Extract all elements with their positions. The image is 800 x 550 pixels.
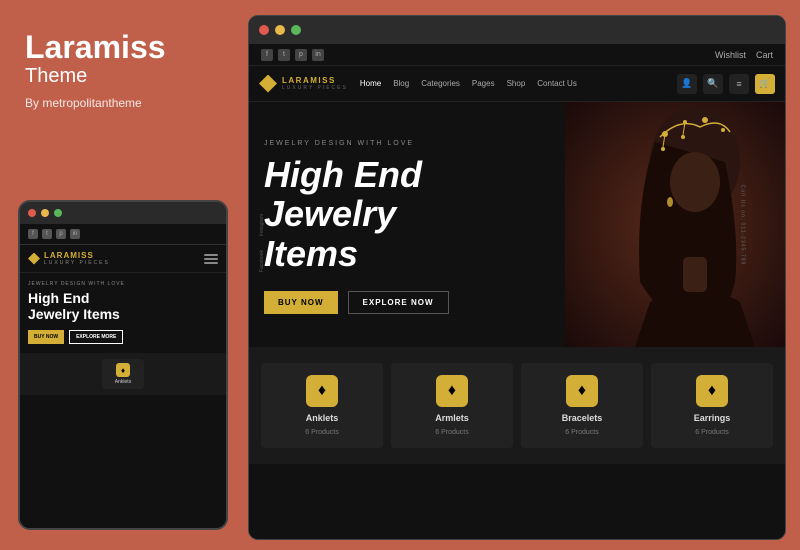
- mobile-hero-eyebrow: JEWELRY DESIGN WITH LOVE: [28, 281, 218, 287]
- cart-link[interactable]: Cart: [756, 50, 773, 60]
- desktop-preview: f t p in Wishlist Cart LARAMISS LUXURY P…: [248, 15, 786, 540]
- mobile-social-bar: f t p in: [20, 224, 226, 245]
- desktop-cat-anklets-icon: ♦: [306, 375, 338, 407]
- desktop-hero-buttons: BUY NOW EXPLORE NOW: [264, 291, 550, 314]
- desktop-buy-now-button[interactable]: BUY NOW: [264, 291, 338, 314]
- desktop-hero-image: Call Us on: 011-2345-789: [565, 102, 785, 347]
- desktop-explore-button[interactable]: EXPLORE NOW: [348, 291, 449, 314]
- desktop-cat-anklets-count: 6 Products: [305, 429, 338, 436]
- mobile-social-icons: f t p in: [28, 229, 80, 239]
- desktop-dot-red: [259, 25, 269, 35]
- desktop-brand-name: LARAMISS: [282, 76, 348, 85]
- desktop-hero-content: JEWELRY DESIGN WITH LOVE High EndJewelry…: [249, 102, 565, 347]
- mobile-dot-yellow: [41, 209, 49, 217]
- desktop-cat-armlets-icon: ♦: [436, 375, 468, 407]
- nav-link-contact[interactable]: Contact Us: [537, 79, 577, 88]
- desktop-brand-tagline: LUXURY PIECES: [282, 85, 348, 91]
- mobile-explore-button[interactable]: EXPLORE MORE: [69, 330, 123, 344]
- desktop-titlebar: [249, 16, 785, 44]
- desktop-cat-earrings[interactable]: ♦ Earrings 6 Products: [651, 363, 773, 448]
- desktop-hero-img-bg: [565, 102, 785, 347]
- hero-side-text: Call Us on: 011-2345-789: [740, 184, 746, 265]
- desktop-cat-armlets-name: Armlets: [435, 413, 469, 423]
- mobile-dot-green: [54, 209, 62, 217]
- desktop-cat-anklets[interactable]: ♦ Anklets 6 Products: [261, 363, 383, 448]
- mobile-buy-now-button[interactable]: BUY NOW: [28, 330, 64, 344]
- desktop-social-icons: f t p in: [261, 49, 324, 61]
- desktop-cat-armlets-count: 6 Products: [435, 429, 468, 436]
- desktop-cat-bracelets-count: 6 Products: [565, 429, 598, 436]
- desktop-cat-armlets[interactable]: ♦ Armlets 6 Products: [391, 363, 513, 448]
- desktop-cat-earrings-icon: ♦: [696, 375, 728, 407]
- brand-by: By metropolitantheme: [25, 96, 210, 110]
- mobile-cat-anklets-name: Anklets: [115, 379, 131, 385]
- mobile-cat-anklets[interactable]: ♦ Anklets: [102, 359, 144, 389]
- nav-link-pages[interactable]: Pages: [472, 79, 495, 88]
- nav-link-shop[interactable]: Shop: [507, 79, 526, 88]
- desktop-body: f t p in Wishlist Cart LARAMISS LUXURY P…: [249, 44, 785, 539]
- desktop-in-icon[interactable]: in: [312, 49, 324, 61]
- instagram-side-label: Instagram: [259, 213, 265, 235]
- mobile-fb-icon: f: [28, 229, 38, 239]
- desktop-nav-links: Home Blog Categories Pages Shop Contact …: [360, 79, 677, 88]
- desktop-dot-green: [291, 25, 301, 35]
- mobile-category-row: ♦ Anklets: [20, 353, 226, 395]
- nav-link-blog[interactable]: Blog: [393, 79, 409, 88]
- wishlist-link[interactable]: Wishlist: [715, 50, 746, 60]
- desktop-nav-icon-buttons: 👤 🔍 ≡ 🛒: [677, 74, 775, 94]
- desktop-cat-earrings-count: 6 Products: [695, 429, 728, 436]
- cart-icon-button[interactable]: 🛒: [755, 74, 775, 94]
- desktop-topbar: f t p in Wishlist Cart: [249, 44, 785, 66]
- mobile-dot-red: [28, 209, 36, 217]
- desktop-fb-icon[interactable]: f: [261, 49, 273, 61]
- desktop-cat-bracelets-name: Bracelets: [562, 413, 603, 423]
- mobile-logo-area: LARAMISS LUXURY PIECES: [20, 245, 226, 273]
- mobile-logo-text: LARAMISS LUXURY PIECES: [44, 251, 110, 266]
- search-icon-button[interactable]: 🔍: [703, 74, 723, 94]
- desktop-dot-yellow: [275, 25, 285, 35]
- desktop-cat-bracelets-icon: ♦: [566, 375, 598, 407]
- mobile-hero: JEWELRY DESIGN WITH LOVE High EndJewelry…: [20, 273, 226, 349]
- brand-title: Laramiss: [25, 30, 210, 65]
- hero-woman-svg: [565, 102, 785, 347]
- desktop-cat-anklets-name: Anklets: [306, 413, 339, 423]
- desktop-topbar-right: Wishlist Cart: [715, 50, 773, 60]
- desktop-pi-icon[interactable]: p: [295, 49, 307, 61]
- mobile-hero-title: High EndJewelry Items: [28, 290, 218, 322]
- mobile-hero-buttons: BUY NOW EXPLORE MORE: [28, 330, 218, 344]
- desktop-nav: LARAMISS LUXURY PIECES Home Blog Categor…: [249, 66, 785, 102]
- mobile-hamburger-icon[interactable]: [204, 254, 218, 264]
- account-icon-button[interactable]: 👤: [677, 74, 697, 94]
- mobile-titlebar: [20, 202, 226, 224]
- mobile-preview: f t p in LARAMISS LUXURY PIECES JEWELRY …: [18, 200, 228, 530]
- desktop-tw-icon[interactable]: t: [278, 49, 290, 61]
- mobile-tw-icon: t: [42, 229, 52, 239]
- mobile-in-icon: in: [70, 229, 80, 239]
- desktop-cat-earrings-name: Earrings: [694, 413, 731, 423]
- desktop-hero-eyebrow: JEWELRY DESIGN WITH LOVE: [264, 140, 550, 147]
- menu-icon-button[interactable]: ≡: [729, 74, 749, 94]
- desktop-cat-bracelets[interactable]: ♦ Bracelets 6 Products: [521, 363, 643, 448]
- brand-subtitle: Theme: [25, 65, 210, 88]
- mobile-body: f t p in LARAMISS LUXURY PIECES JEWELRY …: [20, 224, 226, 528]
- desktop-logo-text: LARAMISS LUXURY PIECES: [282, 76, 348, 91]
- desktop-hero-title: High EndJewelryItems: [264, 155, 550, 274]
- nav-link-home[interactable]: Home: [360, 79, 381, 88]
- desktop-logo-diamond-icon: [259, 75, 277, 93]
- facebook-side-label: Facebook: [259, 250, 265, 272]
- mobile-cat-anklets-icon: ♦: [116, 363, 130, 377]
- mobile-logo-diamond: [28, 253, 40, 265]
- nav-link-categories[interactable]: Categories: [421, 79, 460, 88]
- mobile-pi-icon: p: [56, 229, 66, 239]
- desktop-nav-logo: LARAMISS LUXURY PIECES: [259, 75, 348, 93]
- desktop-hero: JEWELRY DESIGN WITH LOVE High EndJewelry…: [249, 102, 785, 347]
- desktop-categories: ♦ Anklets 6 Products ♦ Armlets 6 Product…: [249, 347, 785, 464]
